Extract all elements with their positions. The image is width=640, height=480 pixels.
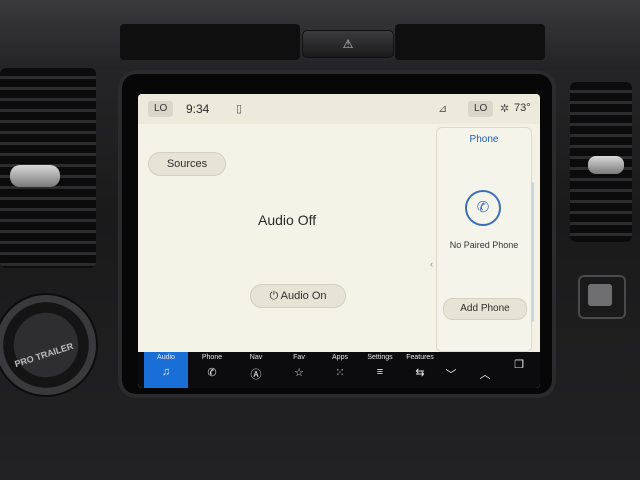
phone-outline-icon: ▯ — [236, 103, 243, 115]
nav-navigation[interactable]: Nav Ⓐ — [234, 352, 278, 388]
side-switch-button[interactable] — [578, 275, 626, 319]
phone-icon[interactable]: ✆ — [465, 190, 501, 226]
nav-settings-label: Settings — [367, 354, 393, 361]
nav-chevron-down[interactable]: ﹀ — [434, 352, 468, 388]
outside-temperature: 73° — [514, 102, 531, 114]
recent-apps-icon: ❐ — [514, 359, 524, 371]
clock: 9:34 — [186, 102, 210, 116]
nav-navigation-label: Nav — [249, 354, 263, 361]
nav-audio-label: Audio — [157, 354, 175, 361]
phone-panel-title: Phone — [469, 134, 499, 145]
defrost-slot — [395, 24, 545, 60]
climate-lo-right-button[interactable]: LO — [468, 101, 494, 117]
bottom-nav-bar: Audio ♫ Phone ✆ Nav Ⓐ Fav ☆ Apps ⁙ Setti… — [138, 352, 540, 388]
vent-knob-left[interactable] — [10, 165, 60, 187]
fan-icon: ✲ — [500, 103, 510, 115]
phone-panel-scrollbar[interactable] — [531, 182, 534, 322]
no-signal-icon: ⊿ — [438, 103, 448, 115]
audio-off-label: Audio Off — [258, 212, 317, 228]
navigation-arrow-icon: Ⓐ — [250, 369, 262, 381]
music-note-icon: ♫ — [161, 366, 171, 378]
nav-phone-label: Phone — [201, 354, 223, 361]
chevron-up-icon: ︿ — [479, 369, 491, 381]
sources-button[interactable]: Sources — [148, 152, 226, 176]
phone-panel: Phone ✆ No Paired Phone Add Phone — [436, 127, 532, 352]
nav-favorites-label: Fav — [293, 354, 305, 361]
status-bar: LO 9:34 ▯ ⊿ LO ✲ 73° — [138, 94, 540, 124]
chevron-down-icon: ﹀ — [445, 369, 457, 381]
vent-knob-right[interactable] — [588, 156, 624, 174]
nav-settings[interactable]: Settings ≡ — [358, 352, 402, 388]
panel-handle-icon[interactable]: ‹ — [430, 259, 433, 269]
no-paired-phone-text: No Paired Phone — [449, 240, 519, 250]
nav-phone[interactable]: Phone ✆ — [190, 352, 234, 388]
nav-recent-apps[interactable]: ❐ — [502, 352, 536, 388]
hazard-button[interactable]: ⚠ — [302, 30, 394, 58]
apps-grid-icon: ⁙ — [335, 367, 345, 379]
audio-on-button[interactable]: ⏻ Audio On — [250, 284, 346, 308]
climate-lo-left-button[interactable]: LO — [148, 101, 174, 117]
infotainment-screen: LO 9:34 ▯ ⊿ LO ✲ 73° Sources Audio Off ⏻… — [138, 94, 540, 388]
sliders-icon: ≡ — [376, 366, 384, 378]
defrost-slot — [120, 24, 300, 60]
add-phone-button[interactable]: Add Phone — [443, 298, 527, 320]
nav-chevron-up[interactable]: ︿ — [468, 352, 502, 388]
audio-main-area: Sources Audio Off ⏻ Audio On ‹ — [138, 124, 436, 352]
nav-apps-label: Apps — [332, 354, 348, 361]
phone-icon: ✆ — [207, 367, 217, 379]
star-icon: ☆ — [294, 367, 304, 379]
power-icon: ⏻ — [269, 290, 279, 302]
audio-on-label: Audio On — [280, 290, 327, 302]
hazard-icon: ⚠ — [342, 37, 354, 51]
nav-apps[interactable]: Apps ⁙ — [318, 352, 362, 388]
nav-audio[interactable]: Audio ♫ — [144, 352, 188, 388]
nav-favorites[interactable]: Fav ☆ — [277, 352, 321, 388]
